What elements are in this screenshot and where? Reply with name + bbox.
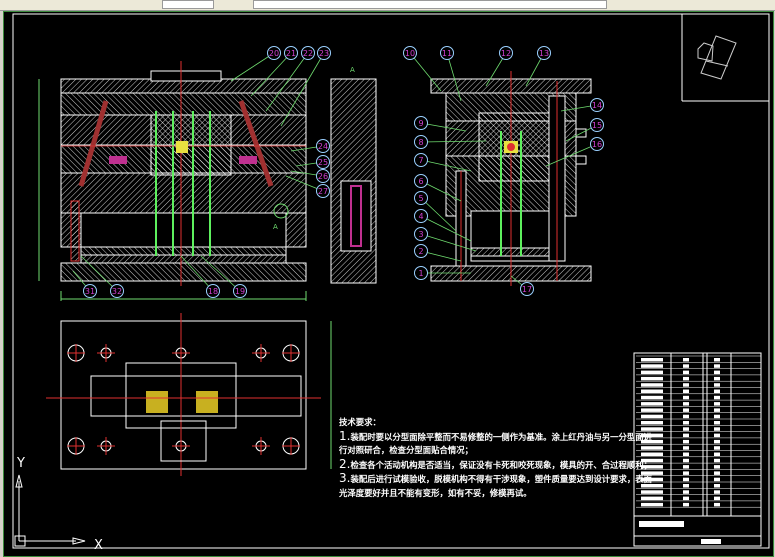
- tech-requirement-text: 行对照研合，检查分型面贴合情况；: [339, 445, 473, 455]
- parts-list-cell: [641, 358, 663, 362]
- balloon-number: 13: [539, 49, 549, 58]
- bolt-hole: [252, 437, 270, 455]
- balloon-20: 20: [230, 46, 281, 82]
- parts-list-cell: [641, 376, 663, 381]
- balloon-number: 26: [318, 172, 328, 181]
- leader-line: [230, 52, 275, 82]
- balloon-number: 27: [318, 187, 328, 196]
- tech-requirement-line: 行对照研合，检查分型面贴合情况；: [339, 444, 614, 458]
- balloon-number: 14: [592, 101, 602, 110]
- tech-requirement-number: 1.: [339, 428, 351, 443]
- technical-requirements: 技术要求： 1.装配时要以分型面除平整而不易修整的一侧作为基准。涂上红丹油与另一…: [339, 416, 652, 501]
- ucs-y-label: Y: [16, 456, 25, 471]
- toolbar-combo[interactable]: [253, 0, 607, 9]
- balloon-number: 16: [592, 140, 602, 149]
- leader-line: [420, 233, 477, 252]
- right-section-view: [430, 71, 592, 286]
- ucs-x-label: X: [94, 538, 103, 553]
- parts-list-cell: [641, 414, 663, 419]
- bolt-hole: [67, 437, 85, 455]
- balloon-number: 2: [418, 247, 423, 256]
- balloon-number: 31: [85, 287, 95, 296]
- balloon-number: 9: [418, 119, 423, 128]
- tech-requirement-line: 3.装配后进行试模验收，脱模机构不得有干涉现象，塑件质量要达到设计要求，表面: [339, 471, 652, 487]
- balloon-number: 4: [418, 212, 423, 221]
- parts-list-cell: [641, 364, 663, 368]
- bolt-hole: [252, 344, 270, 362]
- balloon-number: 19: [235, 287, 245, 296]
- bolt-hole: [172, 437, 190, 455]
- tech-requirement-text: 装配后进行试模验收，脱模机构不得有干涉现象，塑件质量要达到设计要求，表面: [350, 474, 652, 484]
- balloon-number: 10: [405, 49, 415, 58]
- balloon-number: 18: [208, 287, 218, 296]
- parts-list-cell: [641, 395, 663, 400]
- tech-requirement-text: 检查各个活动机构是否适当，保证没有卡死和咬死现象，模具的开、合过程顺利；: [350, 459, 652, 470]
- leader-line: [409, 52, 442, 92]
- section-label-a-top: A: [350, 66, 355, 74]
- section-label-a-bottom: A: [273, 223, 278, 231]
- parts-list-cell: [641, 452, 663, 456]
- balloon-number: 24: [318, 142, 328, 151]
- tech-requirement-line: 2.检查各个活动机构是否适当，保证没有卡死和咬死现象，模具的开、合过程顺利；: [339, 456, 652, 473]
- ucs-icon: [14, 474, 86, 547]
- toolbar-dropdown[interactable]: [162, 0, 214, 9]
- bolt-hole: [282, 437, 300, 455]
- bolt-hole: [67, 344, 85, 362]
- drawing-canvas[interactable]: A A Y X 20 21 22 23 10 11 12 13 14 15 16…: [3, 11, 774, 557]
- balloon-number: 5: [418, 194, 423, 203]
- parts-list-cell: [641, 421, 663, 425]
- balloon-number: 17: [522, 285, 532, 294]
- parts-list-title-block: [633, 352, 762, 547]
- balloon-number: 8: [418, 138, 423, 147]
- balloon-number: 32: [112, 287, 122, 296]
- tech-title: 技术要求：: [339, 417, 381, 427]
- parts-list-cell: [641, 484, 663, 488]
- balloon-number: 22: [303, 49, 313, 58]
- tech-requirement-number: 2.: [339, 456, 351, 471]
- balloon-number: 25: [318, 158, 328, 167]
- parts-list-cell: [641, 427, 663, 431]
- side-view: [330, 78, 377, 284]
- balloon-number: 6: [418, 177, 423, 186]
- front-section-view: [38, 61, 307, 301]
- balloon-2: 2: [414, 244, 462, 262]
- parts-list-cell: [641, 496, 663, 501]
- tech-requirement-line: 光泽度要好并且不能有变形，如有不妥，修模再试。: [339, 487, 614, 501]
- parts-list-cell: [641, 383, 663, 387]
- parts-list-cell: [641, 446, 663, 450]
- toolbar: [0, 0, 775, 11]
- parts-list-cell: [641, 389, 663, 393]
- balloon-number: 7: [418, 156, 423, 165]
- viewcube-3d-preview: [697, 35, 737, 80]
- top-plan-view: [46, 313, 332, 476]
- bolt-hole: [97, 344, 115, 362]
- balloon-number: 15: [592, 121, 602, 130]
- parts-list-cell: [641, 502, 663, 507]
- bolt-hole: [282, 344, 300, 362]
- bolt-hole: [172, 344, 190, 362]
- balloon-number: 12: [501, 49, 511, 58]
- parts-list-cell: [641, 370, 663, 375]
- bolt-hole: [97, 437, 115, 455]
- balloon-number: 20: [269, 49, 279, 58]
- balloon-number: 21: [286, 49, 296, 58]
- tech-requirement-text: 装配时要以分型面除平整而不易修整的一侧作为基准。涂上红丹油与另一分型面进: [350, 431, 652, 442]
- balloon-number: 1: [418, 269, 423, 278]
- balloon-number: 23: [319, 49, 329, 58]
- tech-requirement-line: 1.装配时要以分型面除平整而不易修整的一侧作为基准。涂上红丹油与另一分型面进: [339, 428, 652, 445]
- tech-requirement-text: 光泽度要好并且不能有变形，如有不妥，修模再试。: [339, 487, 532, 498]
- parts-list-cell: [641, 408, 663, 412]
- parts-list-cell: [641, 402, 663, 406]
- tech-requirement-number: 3.: [339, 471, 351, 485]
- parts-list-cell: [641, 490, 663, 494]
- balloon-10: 10: [403, 46, 442, 92]
- cad-window: A A Y X 20 21 22 23 10 11 12 13 14 15 16…: [0, 0, 775, 557]
- balloon-number: 11: [442, 49, 452, 58]
- balloon-number: 3: [418, 230, 423, 239]
